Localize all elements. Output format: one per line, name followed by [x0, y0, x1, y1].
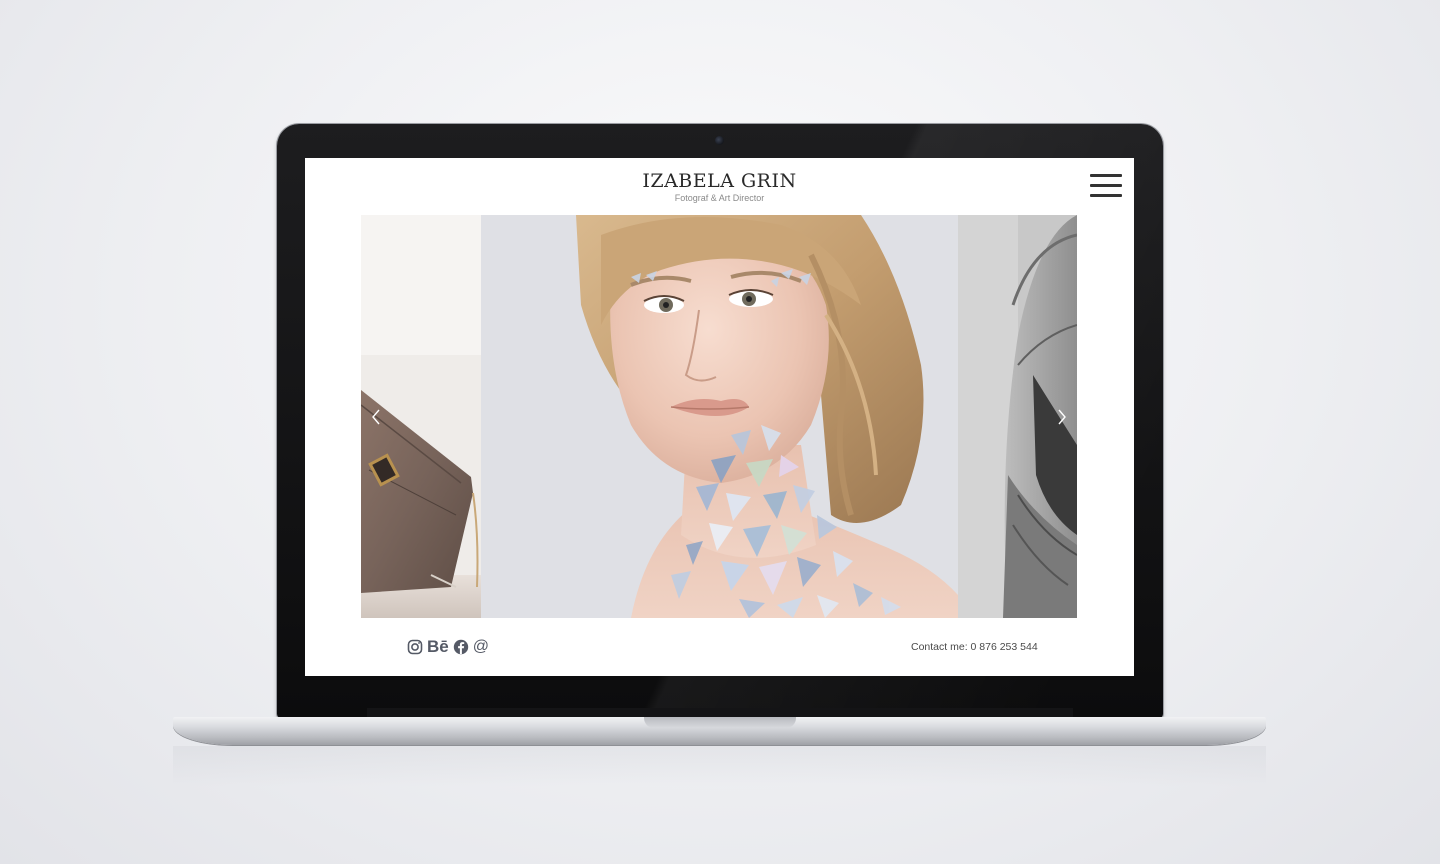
- email-icon[interactable]: @: [473, 638, 489, 656]
- hamburger-menu-button[interactable]: [1090, 174, 1122, 198]
- portrait-photo: [481, 215, 958, 618]
- contact-phone[interactable]: Contact me: 0 876 253 544: [911, 641, 1038, 653]
- menu-bar: [1090, 194, 1122, 197]
- carousel-slide-active[interactable]: [481, 215, 958, 618]
- brand-name[interactable]: IZABELA GRIN: [305, 170, 1134, 192]
- site-header: IZABELA GRIN Fotograf & Art Director: [305, 158, 1134, 214]
- webcam: [715, 136, 724, 145]
- instagram-icon[interactable]: [407, 638, 423, 656]
- carousel-slide-next[interactable]: [958, 215, 1077, 618]
- photo-carousel: [361, 215, 1077, 618]
- behance-icon[interactable]: Bē: [427, 638, 449, 656]
- laptop-base: [173, 717, 1266, 745]
- brand-tagline: Fotograf & Art Director: [674, 193, 765, 203]
- menu-bar: [1090, 174, 1122, 177]
- menu-bar: [1090, 184, 1122, 187]
- chevron-right-icon[interactable]: [1055, 408, 1069, 426]
- laptop-notch: [644, 717, 796, 728]
- carousel-slide-prev[interactable]: [361, 215, 481, 618]
- laptop-screen: IZABELA GRIN Fotograf & Art Director Bē …: [305, 158, 1134, 676]
- chevron-left-icon[interactable]: [369, 408, 383, 426]
- laptop-lid: IZABELA GRIN Fotograf & Art Director Bē …: [277, 124, 1163, 718]
- social-links: Bē @: [407, 637, 489, 657]
- facebook-icon[interactable]: [453, 638, 469, 656]
- desk-reflection: [173, 746, 1266, 786]
